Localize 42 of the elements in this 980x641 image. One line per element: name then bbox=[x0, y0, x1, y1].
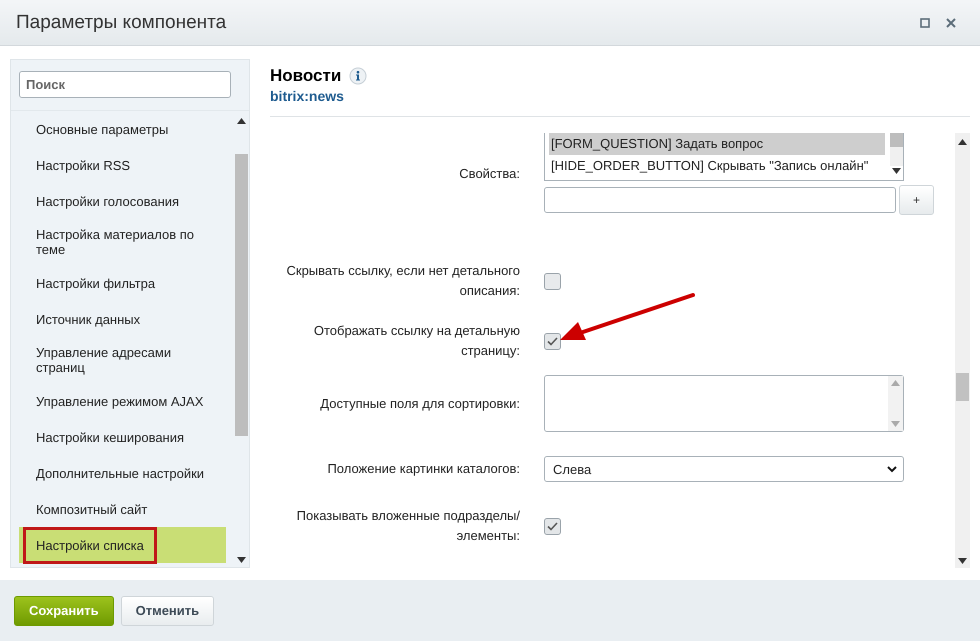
checkbox[interactable] bbox=[544, 332, 561, 350]
checkbox[interactable] bbox=[544, 272, 561, 290]
list-option[interactable]: [HIDE_ORDER_BUTTON] Скрывать "Запись онлайн" bbox=[549, 155, 885, 177]
scroll-down-arrow-icon[interactable] bbox=[237, 557, 246, 563]
check-icon bbox=[547, 522, 558, 530]
list-option[interactable]: [FORM_QUESTION] Задать вопрос bbox=[549, 133, 885, 155]
sidebar-item[interactable]: Настройка материалов по теме bbox=[19, 219, 226, 265]
sidebar-item[interactable]: Дополнительные настройки bbox=[19, 455, 226, 491]
close-icon bbox=[946, 18, 956, 28]
sidebar-item[interactable]: Настройки фильтра bbox=[19, 265, 226, 301]
scroll-up-arrow-icon[interactable] bbox=[237, 118, 246, 124]
multi-select-list[interactable]: [FORM_QUESTION] Задать вопрос [HIDE_ORDER_BUTTON] Скрывать "Запись онлайн" bbox=[544, 133, 904, 181]
component-code-link[interactable]: bitrix:news bbox=[270, 88, 344, 104]
check-icon bbox=[547, 336, 558, 346]
dropdown-select[interactable]: Слева bbox=[544, 456, 904, 482]
square-icon bbox=[920, 18, 930, 28]
chevron-down-icon bbox=[887, 466, 897, 472]
sidebar-item[interactable]: Управление адресами страниц bbox=[19, 337, 226, 383]
search-field[interactable]: Поиск bbox=[19, 71, 231, 98]
add-button[interactable]: + bbox=[899, 185, 934, 215]
window-title: Параметры компонента bbox=[16, 12, 228, 34]
scroll-down-arrow-icon[interactable] bbox=[892, 168, 900, 174]
field-label: Отображать ссылку на детальную страницу: bbox=[312, 322, 520, 360]
sidebar-item[interactable]: Источник данных bbox=[19, 301, 226, 337]
sidebar-item[interactable]: Композитный сайт bbox=[19, 491, 226, 527]
field-label: Доступные поля для сортировки: bbox=[319, 394, 520, 413]
info-icon[interactable] bbox=[349, 67, 368, 85]
sidebar-item[interactable]: Настройки кеширования bbox=[19, 419, 226, 455]
sidebar-item[interactable]: Управление режимом AJAX bbox=[19, 383, 226, 419]
sidebar-item[interactable]: Основные параметры bbox=[19, 111, 226, 147]
component-title: Новости bbox=[270, 66, 342, 86]
cancel-button[interactable]: Отменить bbox=[120, 596, 214, 626]
checkbox[interactable] bbox=[544, 518, 561, 534]
scroll-up-arrow-icon[interactable] bbox=[958, 139, 967, 145]
field-label: Положение картинки каталогов: bbox=[326, 460, 520, 478]
field-label: Скрывать ссылку, если нет детального описания: bbox=[286, 262, 520, 300]
field-label: Показывать вложенные подразделы/элементы: bbox=[296, 507, 520, 545]
field-label: Свойства: bbox=[458, 165, 520, 183]
sidebar-item[interactable]: Настройки голосования bbox=[19, 183, 226, 219]
scroll-down-arrow-icon[interactable] bbox=[958, 558, 967, 564]
sidebar-item[interactable]: Настройки списка bbox=[19, 527, 226, 563]
sidebar-item[interactable]: Настройки RSS bbox=[19, 147, 226, 183]
